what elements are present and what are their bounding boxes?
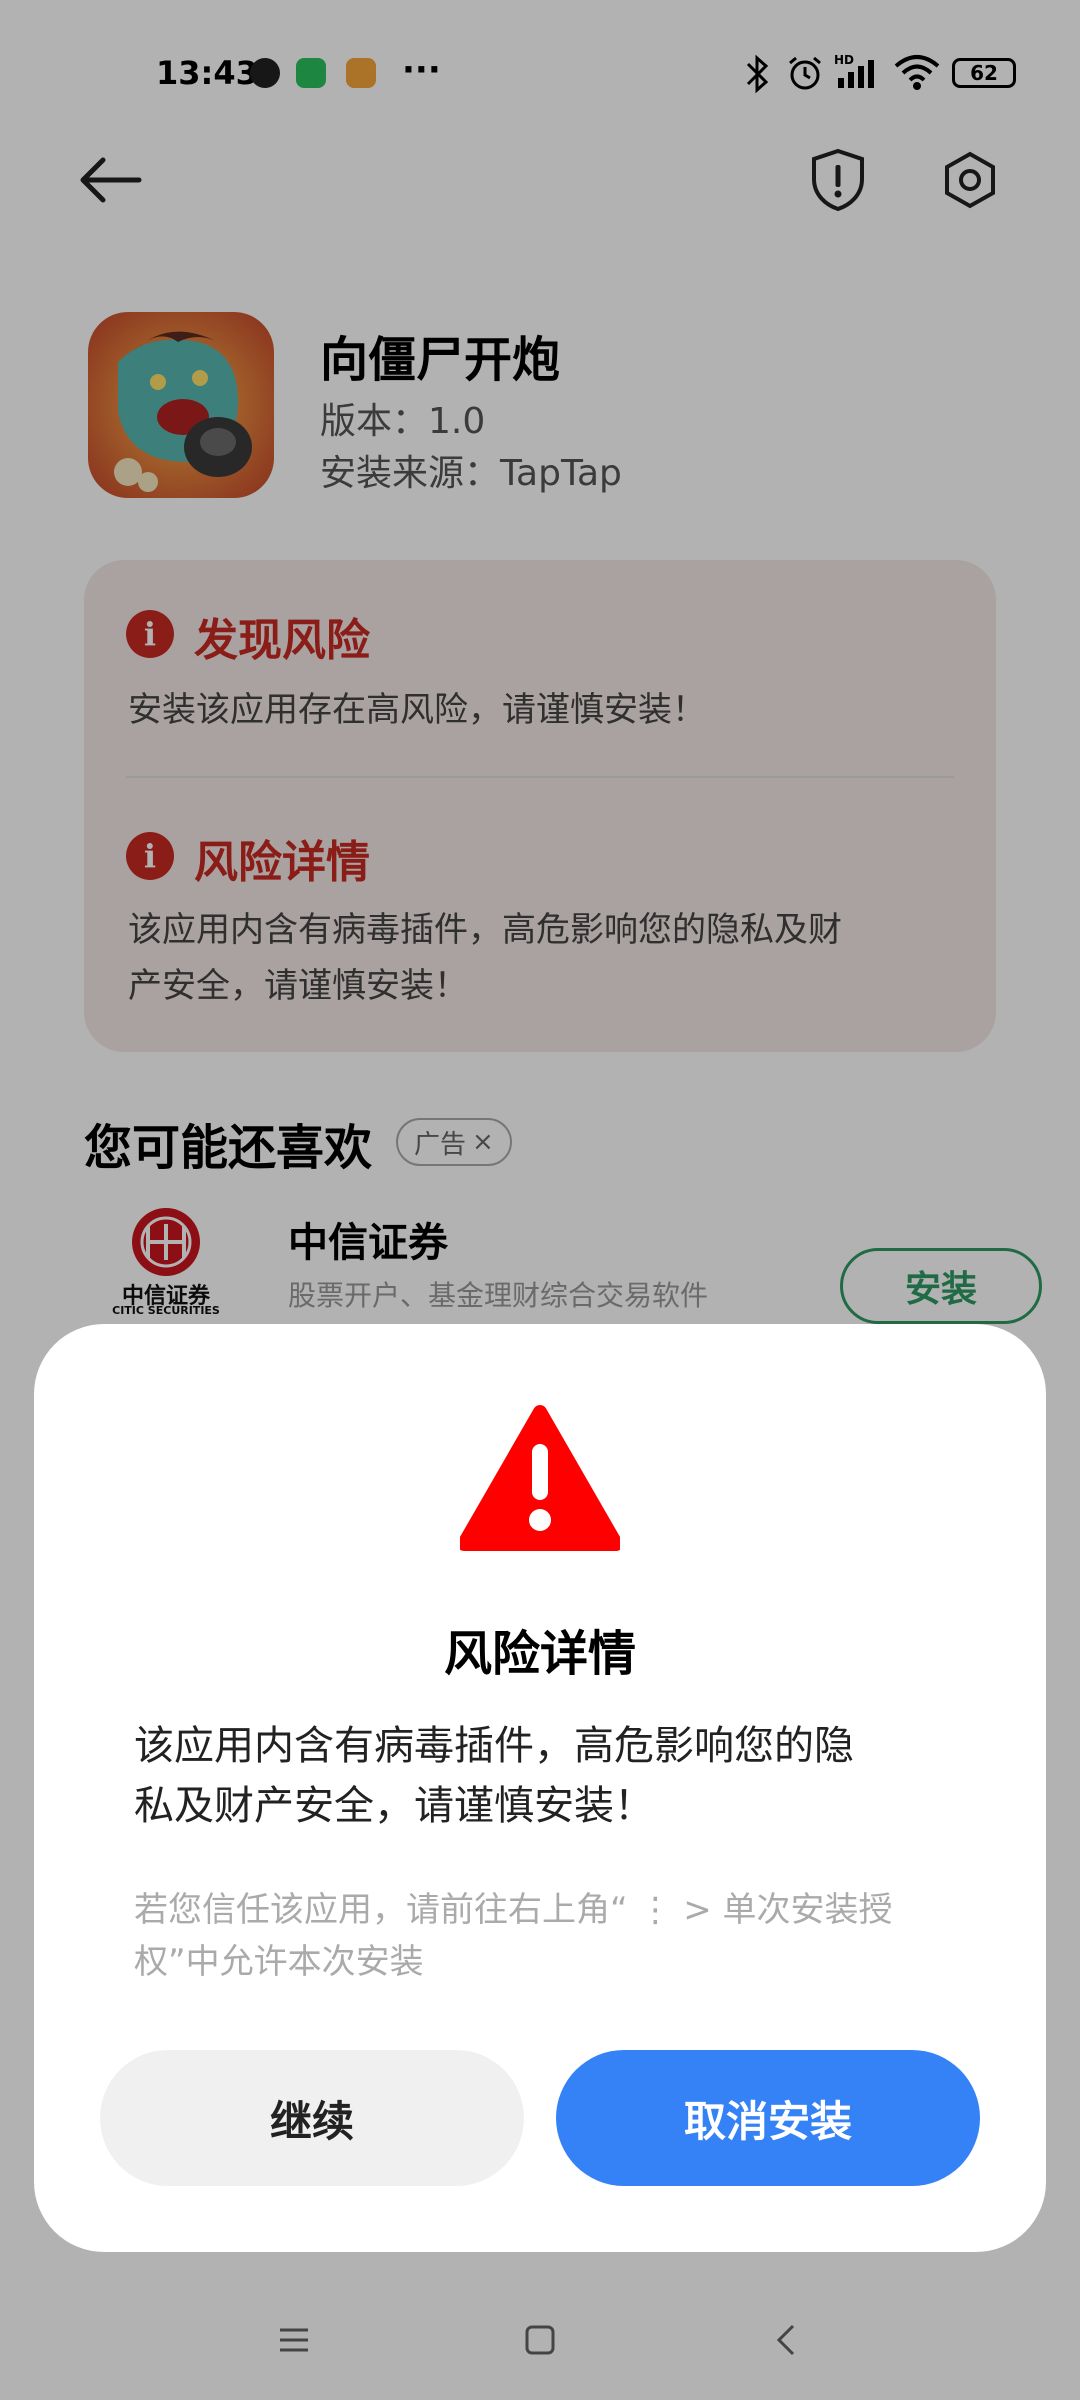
dialog-note: 若您信任该应用，请前往右上角“ ⋮ > 单次安装授 权”中允许本次安装 [134, 1884, 994, 1988]
menu-lines-icon[interactable] [264, 2310, 324, 2370]
home-square-icon[interactable] [510, 2310, 570, 2370]
dialog-note-line1: 若您信任该应用，请前往右上角“ ⋮ > 单次安装授 [134, 1890, 893, 1930]
cancel-install-button[interactable]: 取消安装 [556, 2050, 980, 2186]
nav-back-icon[interactable] [756, 2310, 816, 2370]
dialog-body-line1: 该应用内含有病毒插件，高危影响您的隐 [134, 1723, 854, 1769]
dialog-title: 风险详情 [443, 1626, 636, 1682]
continue-button[interactable]: 继续 [100, 2050, 524, 2186]
dialog-body: 该应用内含有病毒插件，高危影响您的隐 私及财产安全，请谨慎安装！ [134, 1716, 974, 1836]
warning-triangle-icon [457, 1404, 623, 1554]
dialog-note-line2: 权”中允许本次安装 [134, 1942, 424, 1982]
risk-dialog: 风险详情 该应用内含有病毒插件，高危影响您的隐 私及财产安全，请谨慎安装！ 若您… [34, 1324, 1046, 2252]
dialog-body-line2: 私及财产安全，请谨慎安装！ [134, 1783, 654, 1829]
